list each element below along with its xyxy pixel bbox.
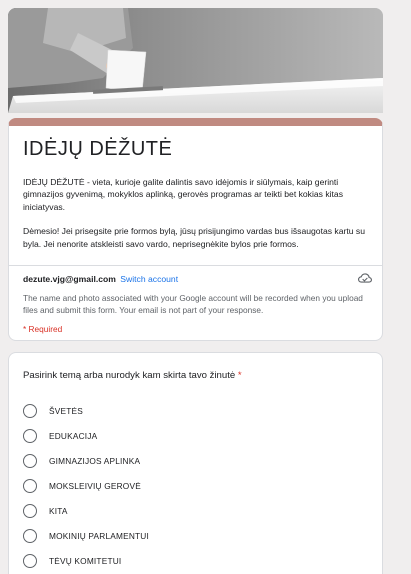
form-title: IDĖJŲ DĖŽUTĖ: [23, 138, 173, 160]
radio-option[interactable]: TĖVŲ KOMITETUI: [23, 548, 149, 573]
cloud-icon: [358, 273, 372, 283]
radio-button[interactable]: [23, 478, 37, 493]
option-label: EDUKACIJA: [49, 430, 98, 441]
radio-button[interactable]: [23, 503, 37, 518]
option-label: MOKSLEIVIŲ GEROVĖ: [49, 480, 141, 491]
radio-group: ŠVETĖS EDUKACIJA GIMNAZIJOS APLINKA MOKS…: [23, 398, 149, 573]
account-notice: The name and photo associated with your …: [23, 293, 363, 316]
required-asterisk: *: [237, 370, 242, 381]
required-note: * Required: [23, 324, 63, 334]
radio-option[interactable]: MOKSLEIVIŲ GEROVĖ: [23, 473, 149, 498]
radio-option[interactable]: GIMNAZIJOS APLINKA: [23, 448, 149, 473]
form-description: IDĖJŲ DĖŽUTĖ - vieta, kurioje galite dal…: [23, 176, 373, 262]
option-label: TĖVŲ KOMITETUI: [49, 555, 122, 566]
account-row: dezute.vjg@gmail.com Switch account: [23, 274, 178, 284]
option-label: ŠVETĖS: [49, 405, 83, 416]
radio-option[interactable]: MOKINIŲ PARLAMENTUI: [23, 523, 149, 548]
account-email: dezute.vjg@gmail.com: [23, 274, 116, 284]
switch-account-link[interactable]: Switch account: [120, 274, 178, 284]
divider: [9, 265, 382, 266]
radio-button[interactable]: [23, 553, 37, 568]
header-banner: [8, 8, 383, 113]
radio-button[interactable]: [23, 453, 37, 468]
question-title: Pasirink temą arba nurodyk kam skirta ta…: [23, 370, 242, 381]
description-paragraph: Dėmesio! Jei prisegsite prie formos bylą…: [23, 226, 365, 249]
radio-button[interactable]: [23, 528, 37, 543]
radio-option[interactable]: KITA: [23, 498, 149, 523]
description-paragraph: IDĖJŲ DĖŽUTĖ - vieta, kurioje galite dal…: [23, 177, 344, 212]
option-label: KITA: [49, 505, 68, 516]
radio-button[interactable]: [23, 428, 37, 443]
form-page: IDĖJŲ DĖŽUTĖ IDĖJŲ DĖŽUTĖ - vieta, kurio…: [0, 0, 411, 574]
form-header-card: IDĖJŲ DĖŽUTĖ IDĖJŲ DĖŽUTĖ - vieta, kurio…: [8, 118, 383, 341]
option-label: MOKINIŲ PARLAMENTUI: [49, 530, 149, 541]
ballot-box-photo: [8, 8, 383, 113]
radio-option[interactable]: ŠVETĖS: [23, 398, 149, 423]
question-card: Pasirink temą arba nurodyk kam skirta ta…: [8, 352, 383, 574]
radio-button[interactable]: [23, 403, 37, 418]
question-text: Pasirink temą arba nurodyk kam skirta ta…: [23, 370, 236, 381]
radio-option[interactable]: EDUKACIJA: [23, 423, 149, 448]
option-label: GIMNAZIJOS APLINKA: [49, 455, 141, 466]
